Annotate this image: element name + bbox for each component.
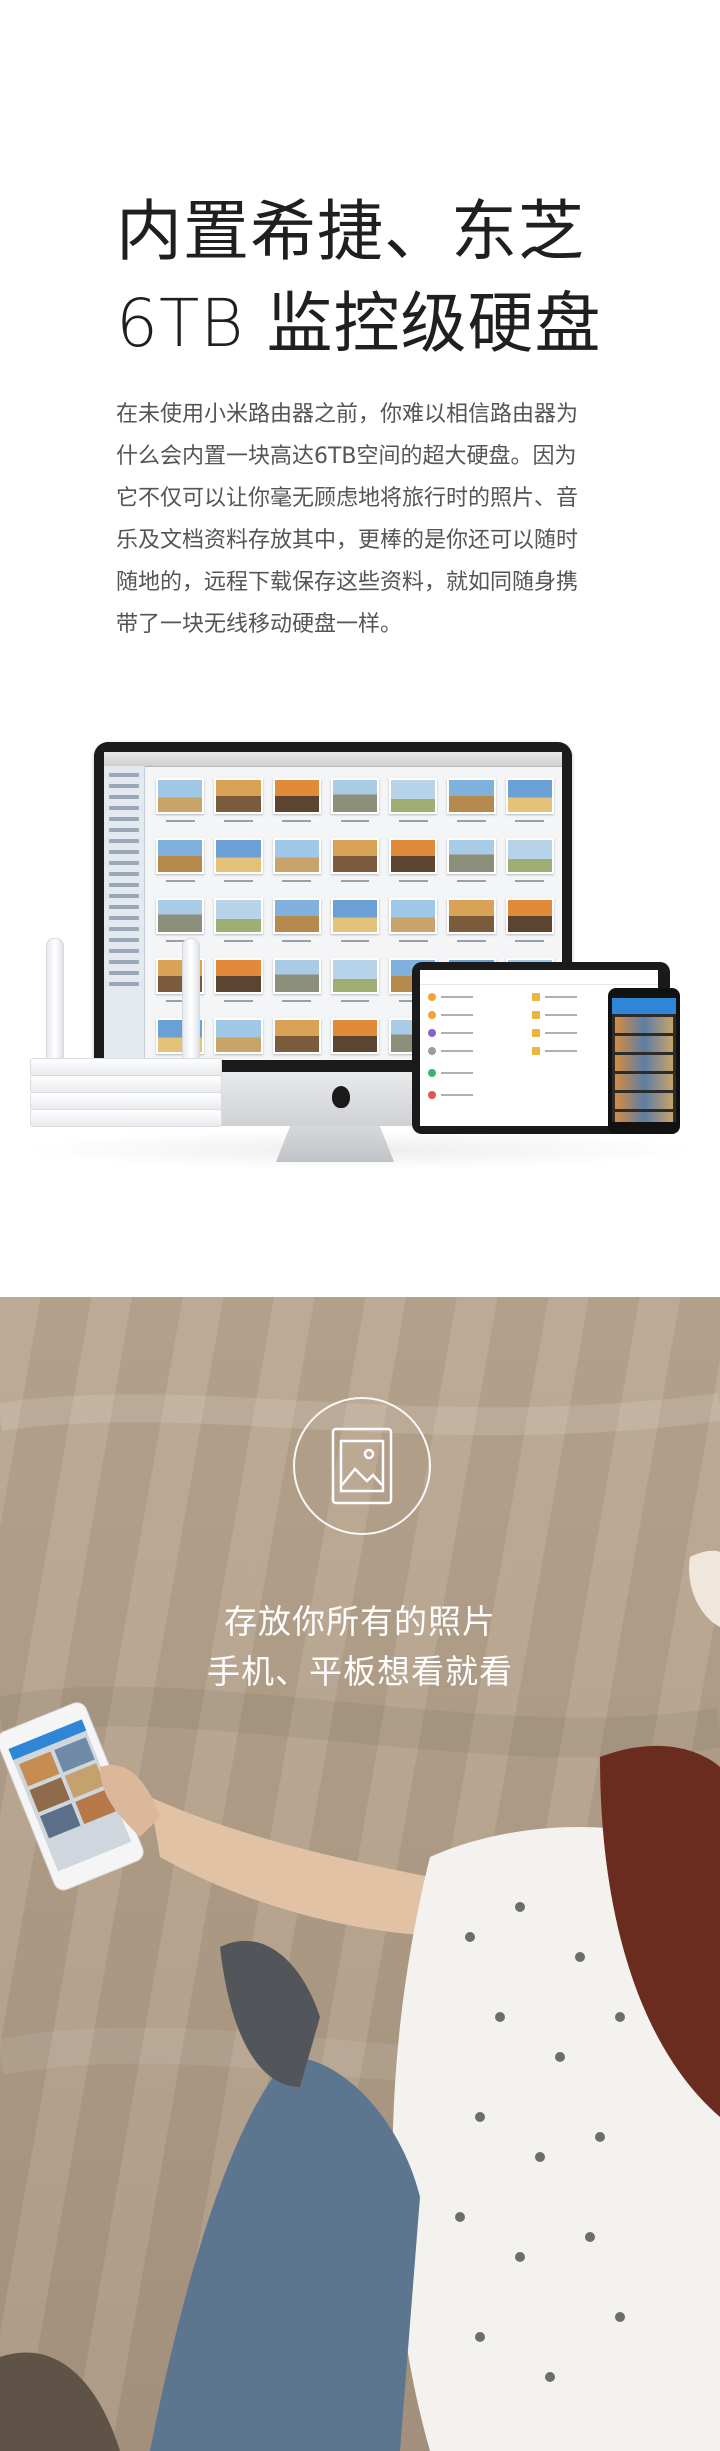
photo-thumbnail	[214, 1018, 263, 1060]
photo-thumbnail	[330, 958, 380, 1018]
photo-frame-glyph	[331, 1427, 393, 1505]
photo-thumbnail	[389, 778, 438, 838]
hero-title-line-2: 6TB 监控级硬盘	[116, 285, 602, 362]
router-antenna-right	[182, 938, 200, 1064]
photo-thumbnail	[330, 778, 380, 838]
intro-line: 带了一块无线移动硬盘一样。	[116, 612, 403, 637]
hero-title-line-1: 内置希捷、东芝	[116, 193, 585, 270]
photo-thumbnail	[272, 958, 321, 1018]
photo-thumbnail	[272, 898, 321, 958]
photo-thumbnail	[214, 838, 263, 898]
photo-thumbnail	[330, 898, 380, 958]
phone-device	[608, 988, 680, 1134]
photo-thumbnail	[389, 838, 438, 898]
product-page: 内置希捷、东芝 6TB 监控级硬盘 在未使用小米路由器之前，你难以相信路由器为 …	[0, 0, 720, 2451]
imac-stand	[276, 1126, 394, 1162]
photo-thumbnail	[214, 778, 263, 838]
photo-thumbnail	[505, 838, 554, 898]
slogan-line-1: 存放你所有的照片	[224, 1602, 496, 1641]
devices-illustration	[0, 730, 720, 1190]
intro-line: 乐及文档资料存放其中，更棒的是你还可以随时	[116, 528, 579, 553]
intro-line: 什么会内置一块高达6TB空间的超大硬盘。因为	[116, 444, 577, 469]
apple-logo-icon	[332, 1086, 350, 1108]
router-antenna-left	[46, 938, 64, 1064]
router-device	[30, 1058, 222, 1128]
intro-line: 它不仅可以让你毫无顾虑地将旅行时的照片、音	[116, 486, 579, 511]
photo-thumbnail	[156, 778, 205, 838]
intro-line: 随地的，远程下载保存这些资料，就如同随身携	[116, 570, 579, 595]
photo-thumbnail	[272, 778, 321, 838]
photo-thumbnail	[272, 1018, 321, 1060]
photo-thumbnail	[214, 958, 263, 1018]
photo-thumbnail	[330, 1018, 380, 1060]
photo-thumbnail	[272, 838, 321, 898]
phone-screen	[612, 998, 676, 1122]
photo-thumbnail	[156, 838, 205, 898]
finder-sidebar	[104, 766, 145, 1060]
lifestyle-photo-section: 存放你所有的照片 手机、平板想看就看	[0, 1297, 720, 2451]
photo-thumbnail	[505, 898, 554, 958]
photo-slogan: 存放你所有的照片 手机、平板想看就看	[0, 1597, 720, 1697]
photo-frame-icon	[293, 1397, 431, 1535]
intro-line: 在未使用小米路由器之前，你难以相信路由器为	[116, 402, 579, 427]
photo-thumbnail	[447, 898, 496, 958]
hero-title: 内置希捷、东芝 6TB 监控级硬盘	[116, 186, 676, 370]
photo-thumbnail	[330, 838, 380, 898]
photo-thumbnail	[214, 898, 263, 958]
photo-thumbnail	[447, 838, 496, 898]
photo-thumbnail	[505, 778, 554, 838]
finder-toolbar	[104, 752, 562, 767]
intro-paragraph: 在未使用小米路由器之前，你难以相信路由器为 什么会内置一块高达6TB空间的超大硬…	[116, 394, 636, 646]
slogan-line-2: 手机、平板想看就看	[207, 1652, 513, 1691]
photo-thumbnail	[389, 898, 438, 958]
photo-thumbnail	[447, 778, 496, 838]
